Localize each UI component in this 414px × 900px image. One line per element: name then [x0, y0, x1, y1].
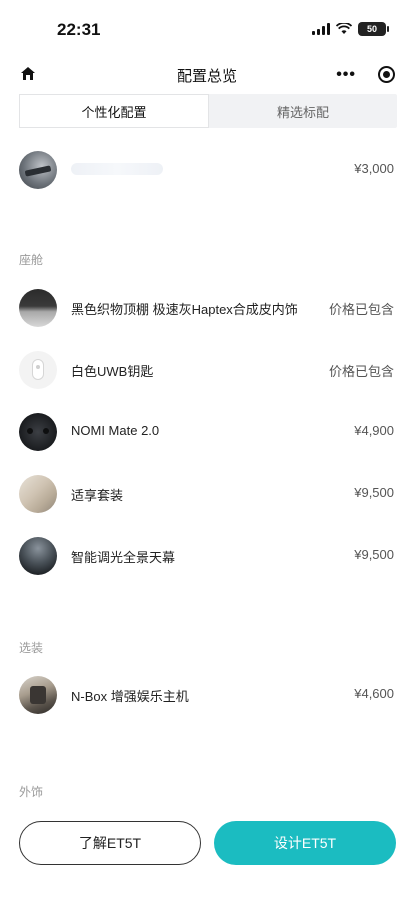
item-price: 价格已包含	[328, 302, 394, 317]
section-label-cabin: 座舱	[19, 253, 44, 267]
item-thumbnail	[19, 676, 57, 714]
status-bar: 22:31 50	[0, 0, 414, 56]
item-name: 适享套装	[71, 488, 124, 503]
item-thumbnail	[19, 413, 57, 451]
item-thumbnail	[19, 475, 57, 513]
item-thumbnail	[19, 537, 57, 575]
battery-icon: 50	[358, 22, 389, 36]
learn-button[interactable]: 了解ET5T	[19, 821, 201, 865]
item-price: ¥9,500	[354, 485, 394, 500]
item-name: 黑色织物顶棚 极速灰Haptex合成皮内饰	[71, 302, 298, 317]
item-price: ¥9,500	[354, 547, 394, 562]
item-thumbnail	[19, 151, 57, 189]
nav-header: 配置总览 •••	[0, 56, 414, 94]
list-item[interactable]: 黑色织物顶棚 极速灰Haptex合成皮内饰 价格已包含	[0, 286, 414, 330]
item-name: 智能调光全景天幕	[71, 550, 176, 565]
target-icon[interactable]	[378, 66, 395, 83]
item-price: ¥3,000	[354, 161, 394, 176]
item-name-blurred	[71, 163, 163, 175]
item-name: 白色UWB钥匙	[71, 364, 154, 379]
list-item[interactable]: 智能调光全景天幕 ¥9,500	[0, 534, 414, 578]
item-name: N-Box 增强娱乐主机	[71, 689, 189, 704]
bottom-action-bar: 了解ET5T 设计ET5T	[0, 808, 414, 878]
section-label-optional: 选装	[19, 641, 44, 655]
status-time: 22:31	[57, 20, 101, 39]
item-thumbnail	[19, 289, 57, 327]
status-icons: 50	[312, 22, 389, 36]
tab-standard[interactable]: 精选标配	[209, 94, 397, 128]
list-item[interactable]: NOMI Mate 2.0 ¥4,900	[0, 410, 414, 454]
wifi-icon	[336, 23, 352, 34]
design-button[interactable]: 设计ET5T	[214, 821, 396, 865]
item-thumbnail	[19, 351, 57, 389]
item-name: NOMI Mate 2.0	[71, 423, 160, 438]
cellular-signal-icon	[312, 23, 330, 35]
list-item[interactable]: 白色UWB钥匙 价格已包含	[0, 348, 414, 392]
section-label-exterior: 外饰	[19, 785, 44, 799]
config-tabs: 个性化配置 精选标配	[19, 94, 397, 128]
list-item-top[interactable]: ¥3,000	[0, 148, 414, 192]
tab-personalized[interactable]: 个性化配置	[19, 94, 209, 128]
more-dots-icon[interactable]: •••	[336, 66, 356, 84]
item-price: 价格已包含	[328, 364, 394, 379]
list-item[interactable]: 适享套装 ¥9,500	[0, 472, 414, 516]
item-price: ¥4,900	[354, 423, 394, 438]
list-item[interactable]: N-Box 增强娱乐主机 ¥4,600	[0, 673, 414, 717]
item-price: ¥4,600	[354, 686, 394, 701]
